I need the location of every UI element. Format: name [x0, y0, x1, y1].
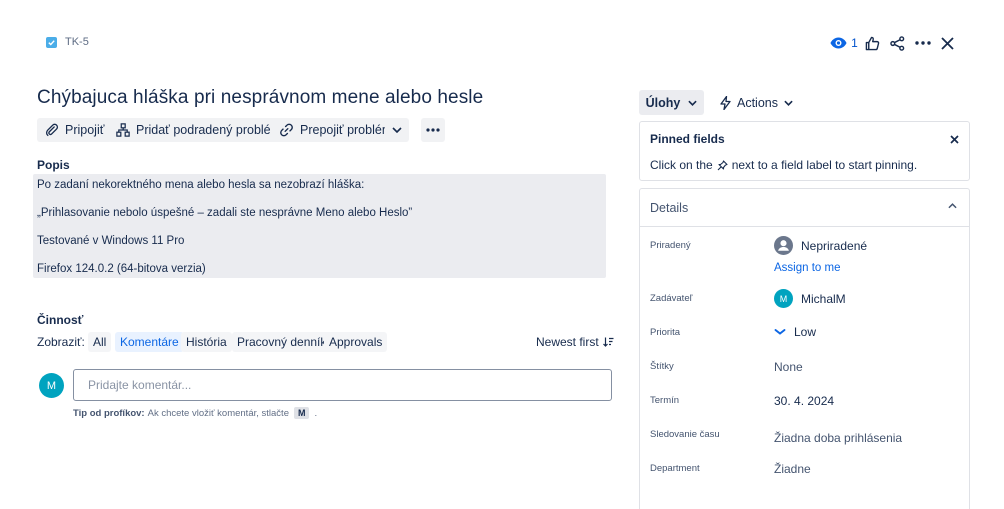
- attach-label: Pripojiť: [65, 123, 105, 137]
- time-tracking-label: Sledovanie času: [650, 429, 720, 440]
- filter-comments[interactable]: Komentáre: [115, 332, 184, 352]
- filter-approvals[interactable]: Approvals: [324, 332, 388, 352]
- actions-dropdown[interactable]: Actions: [716, 90, 797, 115]
- thumbs-up-icon: [865, 36, 880, 50]
- more-icon: [426, 128, 440, 132]
- reporter-label: Zadávateľ: [650, 293, 693, 304]
- avatar: M: [39, 373, 64, 398]
- tip-text: Ak chcete vložiť komentár, stlačte: [147, 407, 289, 419]
- description-label: Popis: [37, 158, 70, 172]
- comment-input[interactable]: [73, 369, 612, 401]
- watch-button[interactable]: 1: [828, 33, 860, 53]
- eye-icon: [830, 37, 847, 49]
- department-value[interactable]: Žiadne: [774, 462, 811, 476]
- assignee-label: Priradený: [650, 240, 691, 251]
- description-line: Firefox 124.0.2 (64-bitova verzia): [37, 263, 206, 275]
- tip-title: Tip od profíkov:: [73, 407, 145, 419]
- tip-end: .: [314, 407, 318, 419]
- pin-icon: [717, 159, 728, 170]
- pinned-fields-hint: Click on the next to a field label to st…: [650, 158, 917, 172]
- pinned-close-button[interactable]: [950, 131, 959, 147]
- details-panel: Details Priradený Nepriradené Assign to …: [639, 188, 970, 509]
- unassigned-avatar-icon: [774, 236, 793, 255]
- priority-low-icon: [774, 329, 786, 335]
- assign-to-me-link[interactable]: Assign to me: [774, 262, 840, 274]
- priority-text: Low: [794, 325, 817, 339]
- filter-history[interactable]: História: [181, 332, 232, 352]
- avatar: M: [774, 289, 793, 308]
- link-icon: [280, 123, 293, 137]
- actions-label: Actions: [737, 95, 778, 110]
- priority-label: Priorita: [650, 327, 681, 338]
- link-issue-label: Prepojiť problém: [300, 123, 393, 137]
- chevron-up-icon: [948, 203, 957, 209]
- description-line: Po zadaní nekorektného mena alebo hesla …: [37, 179, 365, 191]
- pinned-fields-panel: Pinned fields Click on the next to a fie…: [639, 121, 970, 181]
- priority-value[interactable]: Low: [774, 325, 816, 339]
- reporter-name: MichalM: [801, 291, 846, 306]
- filter-all[interactable]: All: [88, 332, 112, 352]
- header-actions: 1: [828, 33, 960, 53]
- sort-icon: [602, 337, 614, 347]
- details-header[interactable]: Details: [640, 189, 969, 227]
- status-label: Úlohy: [645, 95, 681, 110]
- link-dropdown-button[interactable]: [385, 118, 409, 142]
- description-line: „Prihlasovanie nebolo úspešné – zadali s…: [37, 207, 413, 219]
- close-button[interactable]: [935, 33, 960, 53]
- child-issue-icon: [116, 123, 130, 137]
- watchers-count: 1: [851, 36, 858, 50]
- pinned-fields-title: Pinned fields: [650, 132, 725, 146]
- status-dropdown[interactable]: Úlohy: [639, 90, 704, 115]
- close-icon: [941, 36, 954, 50]
- details-title: Details: [650, 201, 689, 215]
- share-button[interactable]: [885, 33, 910, 53]
- chevron-down-icon: [688, 100, 698, 106]
- assignee-name: Nepriradené: [801, 238, 868, 253]
- description-field[interactable]: Po zadaní nekorektného mena alebo hesla …: [33, 174, 606, 278]
- add-child-label: Pridať podradený problém: [136, 123, 282, 137]
- tip-key: M: [293, 407, 310, 419]
- due-date-value[interactable]: 30. 4. 2024: [774, 394, 834, 408]
- labels-value[interactable]: None: [774, 360, 803, 374]
- issue-title[interactable]: Chýbajuca hláška pri nesprávnom mene ale…: [37, 87, 483, 109]
- like-button[interactable]: [860, 33, 885, 53]
- pro-tip: Tip od profíkov: Ak chcete vložiť koment…: [73, 407, 317, 419]
- more-actions-button[interactable]: [421, 118, 445, 142]
- more-icon: [914, 41, 931, 45]
- issue-key-text: TK-5: [65, 36, 89, 48]
- close-icon: [950, 135, 959, 144]
- time-tracking-value[interactable]: Žiadna doba prihlásenia: [774, 431, 902, 445]
- filter-worklog[interactable]: Pracovný denník: [232, 332, 332, 352]
- activity-label: Činnosť: [37, 313, 84, 327]
- share-icon: [890, 35, 905, 51]
- lightning-icon: [720, 95, 731, 110]
- link-issue-button[interactable]: Prepojiť problém: [271, 118, 401, 142]
- add-child-issue-button[interactable]: Pridať podradený problém: [108, 118, 290, 142]
- description-line: Testované v Windows 11 Pro: [37, 235, 185, 247]
- more-button[interactable]: [910, 33, 935, 53]
- issue-key[interactable]: TK-5: [46, 36, 89, 48]
- reporter-value[interactable]: M MichalM: [774, 289, 846, 308]
- pinned-text-after: next to a field label to start pinning.: [731, 158, 918, 172]
- due-date-label: Termín: [650, 395, 680, 406]
- attach-button[interactable]: Pripojiť: [37, 118, 113, 142]
- labels-label: Štítky: [650, 361, 674, 372]
- department-label: Department: [650, 463, 700, 474]
- chevron-down-icon: [392, 127, 402, 133]
- chevron-down-icon: [784, 100, 793, 106]
- sort-label: Newest first: [536, 335, 599, 349]
- task-type-icon: [46, 36, 57, 48]
- show-label: Zobraziť:: [37, 335, 85, 349]
- sort-button[interactable]: Newest first: [536, 335, 614, 349]
- assignee-value[interactable]: Nepriradené: [774, 236, 867, 255]
- paperclip-icon: [45, 123, 59, 137]
- pinned-text-before: Click on the: [650, 158, 713, 172]
